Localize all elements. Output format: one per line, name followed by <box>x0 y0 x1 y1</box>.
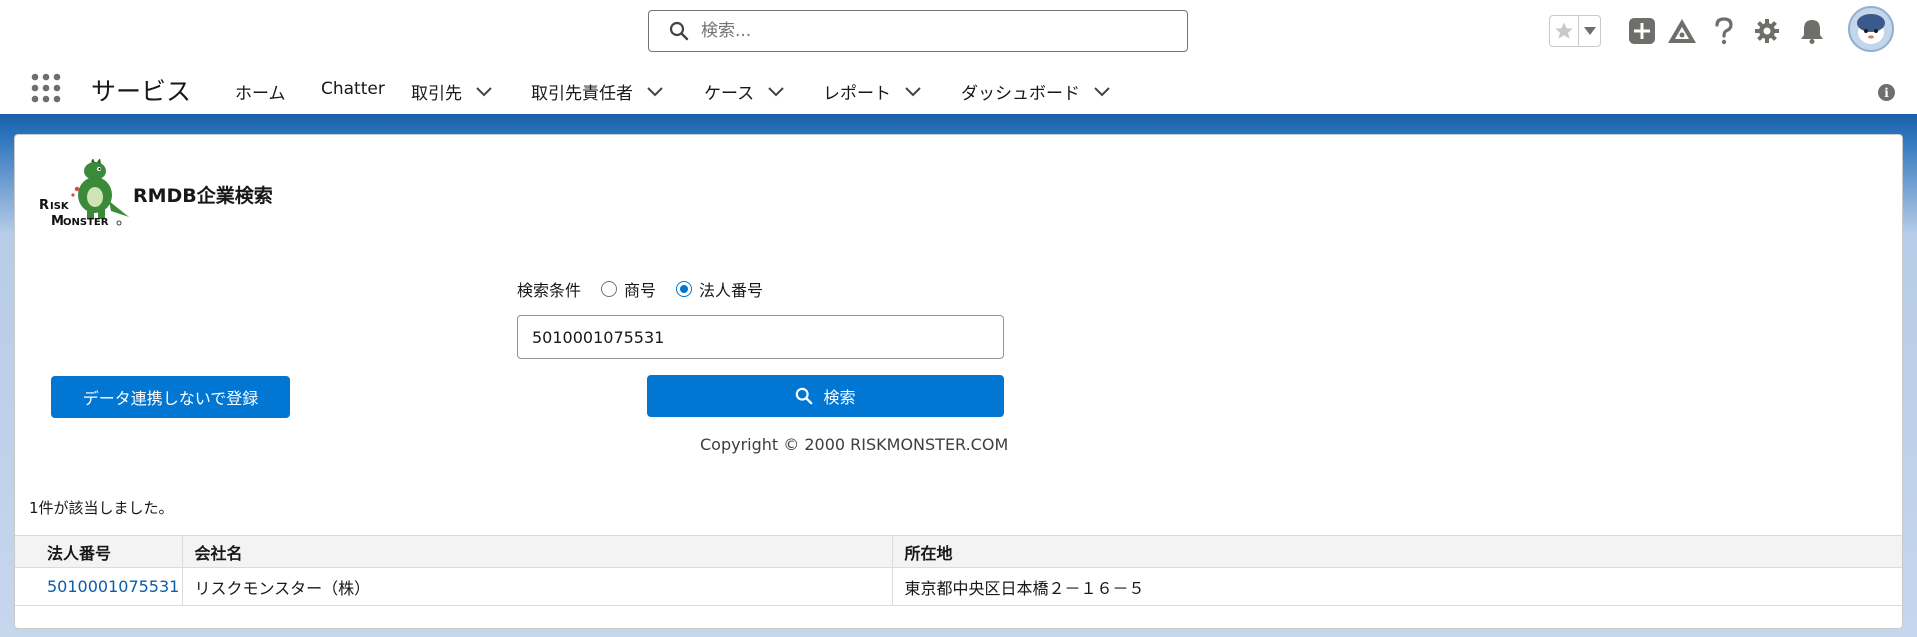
radio-label: 商号 <box>624 281 657 300</box>
chevron-down-icon[interactable] <box>476 86 492 97</box>
nav-item-cases[interactable]: ケース <box>704 79 784 104</box>
notifications-button[interactable] <box>1797 16 1827 46</box>
trailhead-icon <box>1668 19 1696 43</box>
info-icon[interactable]: i <box>1878 84 1895 101</box>
chevron-down-icon[interactable] <box>905 86 921 97</box>
nav-item-label: レポート <box>823 84 891 104</box>
table-row: 5010001075531 リスクモンスター（株） 東京都中央区日本橋２－１６－… <box>15 567 1902 606</box>
corp-number-link[interactable]: 5010001075531 <box>47 577 179 596</box>
help-icon <box>1715 17 1733 45</box>
star-icon <box>1555 22 1573 39</box>
criteria-label: 検索条件 <box>517 281 582 300</box>
chevron-down-icon[interactable] <box>647 86 663 97</box>
nav-item-label: 取引先 <box>411 84 462 104</box>
svg-text:M: M <box>51 214 64 229</box>
corp-number-cell: 5010001075531 <box>15 567 183 606</box>
svg-text:ISK: ISK <box>50 201 70 212</box>
app-nav-bar: サービス ホーム Chatter 取引先 取引先責任者 ケース レポート ダッシ… <box>0 62 1917 114</box>
result-count: 1件が該当しました。 <box>29 499 174 517</box>
nav-item-accounts[interactable]: 取引先 <box>411 79 492 104</box>
chevron-down-icon[interactable] <box>1094 86 1110 97</box>
global-header <box>0 0 1917 62</box>
favorites-group <box>1549 15 1601 47</box>
radio-corporate-number[interactable]: 法人番号 <box>676 277 763 301</box>
column-header[interactable]: 所在地 <box>892 535 1902 568</box>
search-icon <box>796 387 813 405</box>
nav-item-label: ホーム <box>235 84 286 104</box>
setup-button[interactable] <box>1752 16 1782 46</box>
search-button-label: 検索 <box>823 388 856 407</box>
nav-item-chatter[interactable]: Chatter <box>321 79 385 99</box>
global-search[interactable] <box>648 10 1188 52</box>
global-actions-button[interactable] <box>1627 16 1657 46</box>
corporate-number-input[interactable] <box>517 315 1004 359</box>
nav-item-reports[interactable]: レポート <box>823 79 921 104</box>
chevron-down-icon[interactable] <box>768 86 784 97</box>
column-header[interactable]: 会社名 <box>182 535 893 568</box>
waffle-icon <box>31 73 61 103</box>
search-button[interactable]: 検索 <box>647 375 1004 417</box>
caret-down-icon <box>1583 27 1596 35</box>
copyright-text: Copyright © 2000 RISKMONSTER.COM <box>700 435 1009 454</box>
trailhead-button[interactable] <box>1667 16 1697 46</box>
add-icon <box>1629 18 1655 44</box>
search-criteria: 検索条件 商号 法人番号 <box>517 277 783 301</box>
radio-button[interactable] <box>601 281 618 297</box>
app-name: サービス <box>91 77 192 106</box>
radio-label: 法人番号 <box>699 281 764 300</box>
nav-item-label: ダッシュボード <box>961 84 1080 104</box>
radio-button-selected[interactable] <box>676 281 693 297</box>
search-icon <box>669 21 689 41</box>
table-header-row: 法人番号 会社名 所在地 <box>15 535 1902 568</box>
nav-item-label: Chatter <box>321 79 385 99</box>
nav-item-label: 取引先責任者 <box>531 84 633 104</box>
card-title: RMDB企業検索 <box>133 185 273 207</box>
svg-text:R: R <box>39 198 49 213</box>
nav-item-label: ケース <box>704 84 755 104</box>
nav-item-home[interactable]: ホーム <box>235 79 286 104</box>
column-header[interactable]: 法人番号 <box>15 535 183 568</box>
help-button[interactable] <box>1709 16 1739 46</box>
company-name-cell: リスクモンスター（株） <box>182 567 893 606</box>
riskmonster-logo: R ISK M ONSTER <box>39 159 129 229</box>
user-avatar[interactable] <box>1848 6 1894 52</box>
favorites-list-button[interactable] <box>1579 15 1601 47</box>
rmdb-search-card: R ISK M ONSTER RMDB企業検索 検索条件 商号 法人番号 データ… <box>14 134 1903 629</box>
address-cell: 東京都中央区日本橋２－１６－５ <box>892 567 1902 606</box>
app-launcher-button[interactable] <box>30 72 62 104</box>
svg-text:ONSTER: ONSTER <box>63 217 109 228</box>
nav-item-dashboards[interactable]: ダッシュボード <box>961 79 1110 104</box>
bell-icon <box>1801 20 1823 44</box>
radio-trade-name[interactable]: 商号 <box>601 277 656 301</box>
favorites-button[interactable] <box>1549 15 1579 47</box>
gear-icon <box>1755 19 1779 43</box>
results-table: 法人番号 会社名 所在地 5010001075531 リスクモンスター（株） 東… <box>15 535 1902 606</box>
nav-item-contacts[interactable]: 取引先責任者 <box>531 79 663 104</box>
global-search-input[interactable] <box>701 21 1187 41</box>
astro-avatar-icon <box>1850 8 1892 50</box>
register-without-sync-button[interactable]: データ連携しないで登録 <box>51 376 290 418</box>
